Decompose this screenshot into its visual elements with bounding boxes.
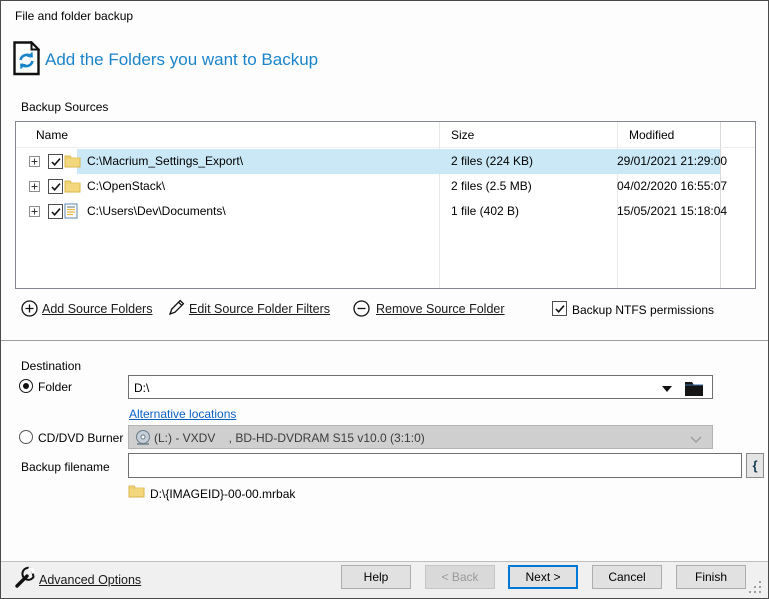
backup-filename-input[interactable] xyxy=(128,453,742,478)
table-row[interactable]: C:\Users\Dev\Documents\ 1 file (402 B) 1… xyxy=(16,199,755,224)
column-header-name[interactable]: Name xyxy=(36,128,68,142)
window-title: File and folder backup xyxy=(15,9,134,23)
source-size: 2 files (2.5 MB) xyxy=(451,179,532,193)
pencil-icon[interactable] xyxy=(167,298,186,320)
source-path: C:\OpenStack\ xyxy=(87,179,166,193)
cd-dvd-burner-combobox: (L:) - VXDV , BD-HD-DVDRAM S15 v10.0 (3:… xyxy=(128,425,713,449)
resize-grip[interactable] xyxy=(749,581,763,598)
backup-sources-label: Backup Sources xyxy=(21,100,109,114)
cd-dvd-radio-label: CD/DVD Burner xyxy=(38,431,124,445)
add-source-folders-link[interactable]: Add Source Folders xyxy=(42,302,152,316)
chevron-down-icon xyxy=(690,433,702,447)
source-modified: 04/02/2020 16:55:07 xyxy=(617,179,728,193)
cancel-button[interactable]: Cancel xyxy=(592,565,662,589)
cd-dvd-burner-radio[interactable] xyxy=(19,430,33,444)
source-modified: 29/01/2021 21:29:00 xyxy=(617,154,728,168)
section-divider xyxy=(1,340,768,341)
expand-icon[interactable] xyxy=(29,181,40,192)
help-button[interactable]: Help xyxy=(341,565,411,589)
edit-source-folder-filters-link[interactable]: Edit Source Folder Filters xyxy=(189,302,330,316)
wrench-icon[interactable] xyxy=(11,565,37,594)
backup-document-icon xyxy=(13,40,41,79)
alternative-locations-link[interactable]: Alternative locations xyxy=(129,407,236,421)
folder-icon xyxy=(128,483,145,501)
table-header-row: Name Size Modified xyxy=(16,122,755,148)
next-button[interactable]: Next > xyxy=(508,565,578,589)
backup-sources-table[interactable]: Name Size Modified C:\Macrium_Settings_E… xyxy=(15,121,756,289)
column-header-size[interactable]: Size xyxy=(451,128,474,142)
ntfs-permissions-label: Backup NTFS permissions xyxy=(572,303,715,317)
row-checkbox[interactable] xyxy=(48,154,63,169)
disc-burner-icon xyxy=(134,429,152,450)
remove-source-folder-link[interactable]: Remove Source Folder xyxy=(376,302,505,316)
row-checkbox[interactable] xyxy=(48,179,63,194)
page-title: Add the Folders you want to Backup xyxy=(45,50,319,69)
folder-destination-radio[interactable] xyxy=(19,379,33,393)
ntfs-permissions-checkbox[interactable] xyxy=(552,301,567,316)
cd-dvd-burner-value: (L:) - VXDV , BD-HD-DVDRAM S15 v10.0 (3:… xyxy=(154,431,425,445)
plus-circle-icon[interactable] xyxy=(21,300,38,320)
source-path: C:\Macrium_Settings_Export\ xyxy=(87,154,244,168)
expand-icon[interactable] xyxy=(29,206,40,217)
column-header-modified[interactable]: Modified xyxy=(629,128,674,142)
destination-label: Destination xyxy=(21,359,82,373)
folder-radio-label: Folder xyxy=(38,380,73,394)
destination-folder-combobox[interactable]: D:\ xyxy=(128,375,713,399)
backup-filename-label: Backup filename xyxy=(21,460,110,474)
source-modified: 15/05/2021 15:18:04 xyxy=(617,204,728,218)
folder-icon xyxy=(64,153,81,171)
backup-path-preview: D:\{IMAGEID}-00-00.mrbak xyxy=(150,487,296,501)
browse-folder-icon[interactable] xyxy=(684,379,704,399)
destination-folder-value: D:\ xyxy=(134,381,150,395)
advanced-options-link[interactable]: Advanced Options xyxy=(39,573,141,587)
source-path: C:\Users\Dev\Documents\ xyxy=(87,204,226,218)
documents-icon xyxy=(64,203,79,222)
insert-variable-button[interactable]: { xyxy=(746,453,764,478)
table-row[interactable]: C:\OpenStack\ 2 files (2.5 MB) 04/02/202… xyxy=(16,174,755,199)
table-row[interactable]: C:\Macrium_Settings_Export\ 2 files (224… xyxy=(16,149,755,174)
source-size: 2 files (224 KB) xyxy=(451,154,534,168)
minus-circle-icon[interactable] xyxy=(353,300,370,320)
finish-button[interactable]: Finish xyxy=(676,565,746,589)
file-folder-backup-dialog: File and folder backup Add the Folders y… xyxy=(0,0,769,599)
expand-icon[interactable] xyxy=(29,156,40,167)
chevron-down-icon[interactable] xyxy=(662,386,672,392)
folder-icon xyxy=(64,178,81,196)
row-checkbox[interactable] xyxy=(48,204,63,219)
back-button[interactable]: < Back xyxy=(425,565,495,589)
source-size: 1 file (402 B) xyxy=(451,204,520,218)
